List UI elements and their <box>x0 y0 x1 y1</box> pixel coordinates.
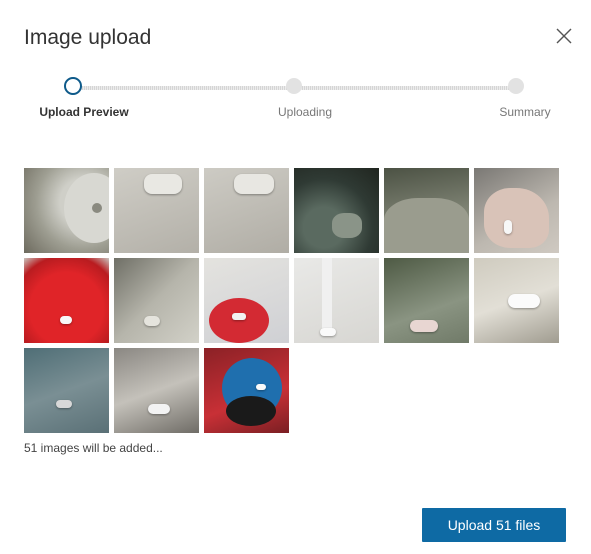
step-label-upload-preview: Upload Preview <box>39 105 129 119</box>
thumbnail-12[interactable] <box>474 258 559 343</box>
step-label-summary: Summary <box>499 105 551 119</box>
thumbnail-13[interactable] <box>24 348 109 433</box>
thumbnail-5[interactable] <box>384 168 469 253</box>
thumbnail-2[interactable] <box>114 168 199 253</box>
dialog-title: Image upload <box>24 26 152 49</box>
thumbnail-1[interactable] <box>24 168 109 253</box>
images-count-text: 51 images will be added... <box>24 441 163 455</box>
thumbnail-14[interactable] <box>114 348 199 433</box>
thumbnail-4[interactable] <box>294 168 379 253</box>
progress-stepper: Upload Preview Uploading Summary <box>0 76 591 126</box>
upload-files-button[interactable]: Upload 51 files <box>422 508 566 542</box>
image-upload-dialog: Image upload Upload Preview Uploading Su… <box>0 0 591 554</box>
step-dot-upload-preview <box>64 77 82 95</box>
thumbnail-10[interactable] <box>294 258 379 343</box>
step-label-uploading: Uploading <box>277 105 333 119</box>
step-dot-uploading <box>286 78 302 94</box>
thumbnail-7[interactable] <box>24 258 109 343</box>
step-dot-summary <box>508 78 524 94</box>
thumbnail-8[interactable] <box>114 258 199 343</box>
thumbnail-15[interactable] <box>204 348 289 433</box>
close-icon[interactable] <box>553 25 575 47</box>
thumbnail-11[interactable] <box>384 258 469 343</box>
thumbnail-6[interactable] <box>474 168 559 253</box>
thumbnail-9[interactable] <box>204 258 289 343</box>
thumbnail-3[interactable] <box>204 168 289 253</box>
